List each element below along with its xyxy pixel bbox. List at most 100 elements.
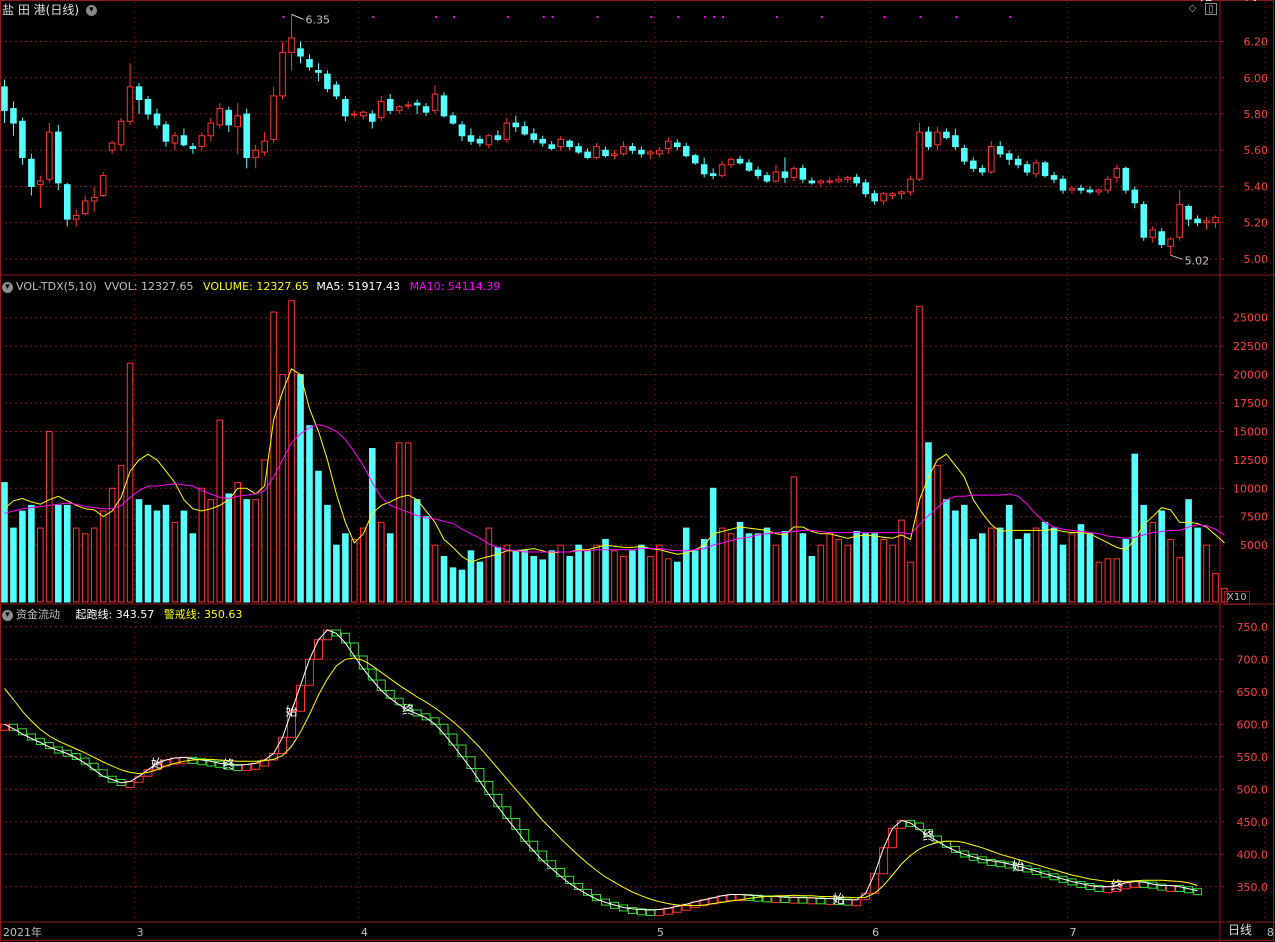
candle-body: [1131, 189, 1139, 204]
x-axis-label: 7: [1070, 926, 1077, 939]
candle-body: [790, 167, 798, 178]
flow-tick-label: 600.0: [1237, 718, 1269, 731]
start-line-label: 起跑线:: [75, 608, 113, 621]
vol-indicator-name: VOL-TDX(5,10): [16, 280, 97, 293]
candle-body: [252, 149, 259, 158]
chevron-down-icon[interactable]: ▾: [2, 609, 13, 621]
signal-dot: [435, 16, 438, 18]
volume-bar: [189, 533, 197, 603]
volume-bar: [207, 499, 215, 603]
candle-body: [970, 160, 977, 169]
price-tick-label: 6.20: [1244, 36, 1269, 49]
chevron-down-icon[interactable]: ▾: [85, 5, 97, 16]
volume-tick-label: 12500: [1233, 454, 1268, 467]
volume-bar: [37, 527, 44, 603]
price-tick-label: 6.00: [1244, 72, 1269, 85]
flow-step-box: [242, 764, 252, 772]
candle-body: [333, 84, 340, 97]
flow-step-box: [296, 684, 306, 712]
volume-bar: [99, 510, 107, 603]
flow-tick-label: 650.0: [1237, 686, 1269, 699]
flow-step-box: [879, 847, 889, 875]
candle-body: [81, 200, 89, 215]
candle-body: [270, 95, 277, 140]
volume-bar: [862, 533, 869, 603]
candle-body: [1140, 204, 1148, 238]
candle-body: [934, 131, 941, 146]
chevron-down-icon[interactable]: ▾: [2, 281, 13, 293]
candle-body: [1005, 153, 1013, 160]
flow-step-box: [448, 733, 458, 746]
candle-body: [46, 131, 53, 180]
volume-bar: [745, 533, 753, 603]
volume-bar: [234, 482, 242, 603]
candle-body: [216, 108, 224, 126]
vol-header: ▾ VOL-TDX(5,10) VVOL: 12327.65 VOLUME: 12…: [2, 280, 500, 294]
flow-step-box: [726, 894, 736, 902]
flow-indicator-name: 资金流动: [16, 608, 60, 621]
volume-bar: [1086, 533, 1094, 603]
volume-bar: [342, 533, 349, 603]
low-label: 5.02: [1185, 254, 1210, 267]
signal-dot: [883, 16, 886, 18]
signal-dot: [551, 16, 554, 18]
candle-body: [620, 146, 627, 155]
candle-body: [871, 193, 878, 202]
volume-bar: [987, 527, 995, 603]
volume-tick-label: 17500: [1233, 397, 1268, 410]
volume-bar: [907, 561, 914, 603]
volume-bar: [368, 448, 376, 603]
high-label: 6.35: [306, 13, 331, 26]
volume-bar: [63, 504, 71, 603]
volume-bar: [171, 521, 179, 603]
candle-body: [925, 131, 932, 148]
volume-bar: [386, 533, 394, 603]
signal-dot: [722, 16, 725, 18]
volume-bar: [844, 544, 852, 603]
window-restore-icon[interactable]: ▯: [1205, 3, 1217, 15]
candle-body: [126, 86, 134, 122]
volume-bar: [297, 374, 304, 603]
volume-bar: [521, 550, 529, 603]
candle-body: [55, 131, 62, 184]
volume-bar: [978, 533, 986, 603]
signal-dot: [596, 16, 599, 18]
candle-body: [1203, 220, 1210, 224]
signal-dot: [677, 16, 680, 18]
volume-bar: [216, 419, 224, 603]
candle-body: [1023, 164, 1031, 173]
candle-body: [548, 144, 555, 149]
candle-body: [1212, 216, 1219, 224]
candle-body: [1086, 189, 1094, 193]
candle-body: [745, 162, 753, 171]
candle-body: [449, 115, 457, 124]
candle-body: [72, 214, 80, 220]
volume-bar: [144, 504, 152, 603]
volume-value: 12327.65: [256, 280, 309, 293]
flow-marker: 始: [151, 756, 163, 770]
volume-bar: [360, 527, 367, 603]
flow-tick-label: 400.0: [1237, 848, 1269, 861]
candle-body: [360, 111, 367, 117]
candle-body: [342, 99, 349, 117]
volume-bar: [656, 544, 663, 603]
volume-bar: [1005, 504, 1013, 603]
volume-bar: [629, 550, 636, 603]
volume-bar: [826, 533, 834, 603]
volume-bar: [440, 556, 448, 603]
volume-bar: [117, 465, 125, 603]
volume-tick-label: 10000: [1233, 482, 1268, 495]
volume-bar: [324, 504, 331, 603]
candle-body: [153, 113, 161, 126]
vvol-label: VVOL:: [104, 280, 138, 293]
candle-body: [1176, 204, 1183, 238]
volume-bar: [996, 527, 1004, 603]
candle-body: [700, 164, 708, 175]
volume-bar: [503, 544, 511, 603]
period-button[interactable]: 日线: [1228, 923, 1252, 937]
diamond-icon[interactable]: ◇: [1187, 3, 1198, 14]
volume-bar: [404, 442, 412, 603]
candle-body: [808, 180, 816, 184]
volume-bar: [754, 533, 762, 603]
kline-chart[interactable]: 6.20 6.00 5.80 5.60 5.40 5.20 5.00 25000 22500 20…: [0, 0, 1275, 942]
